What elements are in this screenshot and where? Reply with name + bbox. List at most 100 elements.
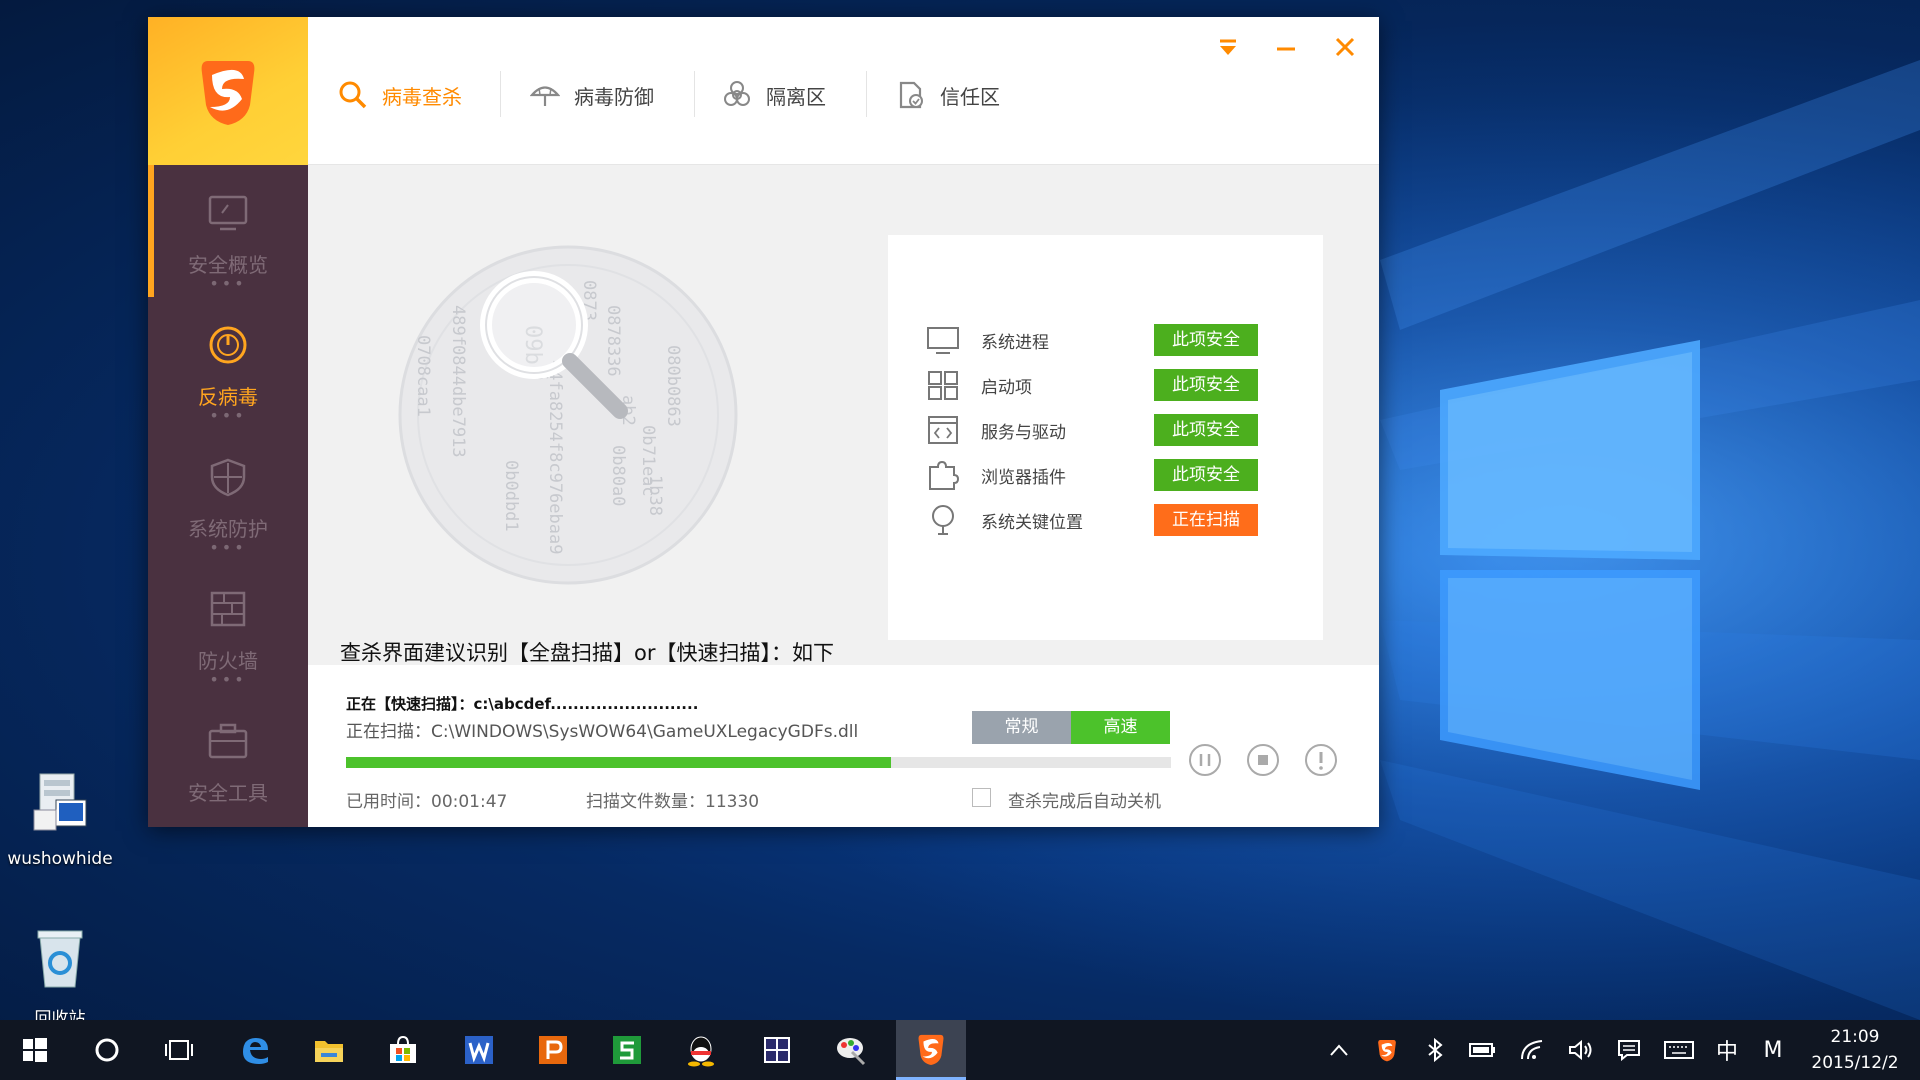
huorong-icon [918,1034,944,1065]
separator-dots: ••• [209,670,247,689]
tray-ime-indicator[interactable]: M [1750,1020,1796,1080]
sidebar-item-security-overview[interactable]: 安全概览 ••• [148,165,308,297]
scan-item-name: 启动项 [981,377,1032,398]
radar-hex-text: 0708caa1 [413,335,433,417]
radar-hex-text: 080b0863 [663,345,683,427]
scan-main-area: 489f 0844dbe7913 0708caa1 09b 6 0873 087… [308,165,1379,665]
scan-item-name: 浏览器插件 [981,467,1066,488]
tab-quarantine[interactable]: 隔离区 [722,75,826,115]
warning-icon[interactable] [1304,743,1338,777]
tray-wifi[interactable] [1510,1020,1556,1080]
scan-item-name: 系统进程 [981,332,1049,353]
cortana-button[interactable] [76,1020,138,1080]
biohazard-icon [724,81,750,106]
status-badge: 此项安全 [1154,459,1258,491]
mode-normal-button[interactable]: 常规 [972,711,1071,744]
scan-progress-fill [346,757,891,768]
toolbox-icon [208,723,248,759]
scan-item-name: 系统关键位置 [981,512,1083,533]
dropdown-menu-icon[interactable] [1208,27,1248,67]
radar-hex-text: 0844dbe7913 [448,345,468,458]
code-window-icon [928,416,958,444]
clock-time: 21:09 [1830,1027,1880,1047]
chevron-up-icon [1330,1044,1348,1056]
keyboard-icon [1664,1041,1694,1059]
taskbar-file-explorer[interactable] [298,1020,360,1080]
tab-divider [500,71,501,117]
show-hidden-icons-button[interactable] [1316,1020,1362,1080]
wps-writer-icon [465,1036,493,1064]
bluetooth-icon [1428,1038,1443,1062]
taskbar-clock[interactable]: 21:09 2015/12/2 [1796,1024,1914,1076]
cortana-icon [95,1038,119,1062]
tray-ime-mode[interactable]: 中 [1704,1020,1750,1080]
scan-current-path: 正在扫描：C:\WINDOWS\SysWOW64\GameUXLegacyGDF… [346,722,859,742]
sidebar-item-firewall[interactable]: 防火墙 ••• [148,561,308,693]
auto-shutdown-checkbox[interactable] [972,788,991,807]
monitor-icon [927,327,959,354]
desktop-icon-recycle-bin[interactable]: 回收站 [0,925,120,1029]
calculator-icon [764,1037,790,1063]
taskbar-paint[interactable] [820,1020,882,1080]
monitor-icon [208,195,248,231]
trusted-doc-icon [899,81,923,109]
store-icon [390,1035,416,1063]
windows-grid-icon [928,371,958,400]
umbrella-icon [530,86,560,106]
mode-fast-button[interactable]: 高速 [1071,711,1170,744]
wifi-icon [1521,1040,1543,1060]
scan-hint-text: 查杀界面建议识别【全盘扫描】or【快速扫描】：如下 [340,641,834,665]
tray-touch-keyboard[interactable] [1656,1020,1702,1080]
scan-item-services-drivers: 服务与驱动 此项安全 [926,412,1286,448]
taskbar-wps-presentation[interactable] [522,1020,584,1080]
radar-hex-text: 0878336 [603,305,623,377]
wps-presentation-icon [539,1036,567,1064]
sidebar-item-antivirus[interactable]: 反病毒 ••• [148,297,308,429]
scan-status-panel: 正在【快速扫描】：c:\abcdef......................… [308,665,1379,827]
qq-icon [688,1036,714,1067]
tab-label: 病毒防御 [574,84,654,109]
shield-icon [210,458,246,497]
search-icon [339,81,367,109]
close-icon[interactable] [1325,27,1365,67]
paint-icon [837,1038,866,1066]
desktop-icon-wushowhide[interactable]: wushowhide [0,770,120,869]
task-view-icon [165,1040,193,1060]
taskbar-huorong[interactable] [896,1020,966,1080]
puzzle-icon [929,460,960,490]
tray-action-center[interactable] [1606,1020,1652,1080]
taskbar-wps-spreadsheet[interactable] [596,1020,658,1080]
auto-shutdown-label: 查杀完成后自动关机 [1008,792,1161,812]
pause-icon[interactable] [1188,743,1222,777]
stop-icon[interactable] [1246,743,1280,777]
tray-bluetooth[interactable] [1412,1020,1458,1080]
tab-virus-defense[interactable]: 病毒防御 [530,75,654,115]
sidebar-item-security-tools[interactable]: 安全工具 [148,693,308,825]
status-badge-scanning: 正在扫描 [1154,504,1258,536]
huorong-icon [1378,1040,1396,1062]
separator-dots: ••• [209,406,247,425]
tray-battery[interactable] [1460,1020,1506,1080]
tab-virus-scan[interactable]: 病毒查杀 [338,75,462,115]
taskbar-qq[interactable] [670,1020,732,1080]
battery-icon [1469,1043,1495,1057]
location-pin-icon [932,505,954,535]
scan-item-startup: 启动项 此项安全 [926,367,1286,403]
scan-item-key-locations: 系统关键位置 正在扫描 [926,502,1286,538]
taskbar-calculator[interactable] [746,1020,808,1080]
taskbar-wps-writer[interactable] [448,1020,510,1080]
taskbar-edge[interactable] [224,1020,286,1080]
scan-results-card: 系统进程 此项安全 启动项 此项安全 服务与驱动 此项安全 浏览器插件 此项安全… [888,235,1323,640]
radar-hex-text: 0b0dbd1 [501,460,521,532]
task-view-button[interactable] [148,1020,210,1080]
tab-trusted-zone[interactable]: 信任区 [896,75,1000,115]
minimize-icon[interactable] [1266,27,1306,67]
tray-huorong[interactable] [1364,1020,1410,1080]
start-button[interactable] [4,1020,66,1080]
scan-radar-graphic: 489f 0844dbe7913 0708caa1 09b 6 0873 087… [398,245,738,585]
radar-hex-text: 1b38 [645,475,665,516]
tray-volume[interactable] [1558,1020,1604,1080]
taskbar-store[interactable] [372,1020,434,1080]
scanned-file-count: 扫描文件数量：11330 [586,792,760,812]
sidebar-item-system-protection[interactable]: 系统防护 ••• [148,429,308,561]
